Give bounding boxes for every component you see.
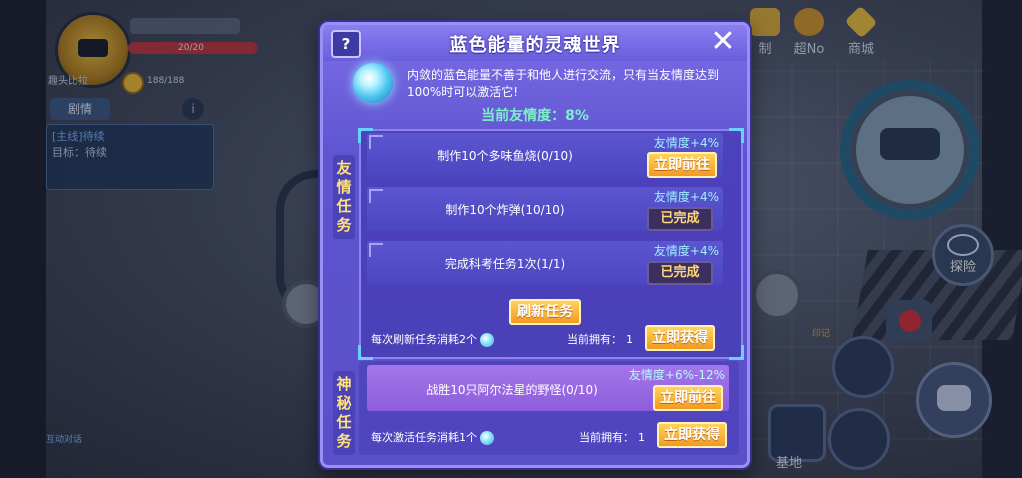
task-name: 制作10个炸弹(10/10) [445, 203, 565, 217]
soul-world-dialog: ? 蓝色能量的灵魂世界 ✕ 内敛的蓝色能量不善于和他人进行交流，只有当友情度达到… [320, 22, 750, 468]
secret-owned-label: 当前拥有： [579, 431, 634, 444]
panel-corner [729, 128, 744, 143]
friendship-rate-value: 8% [565, 108, 589, 124]
panel-corner [358, 345, 373, 360]
refresh-tasks-button[interactable]: 刷新任务 [509, 299, 581, 325]
secret-go-now-button[interactable]: 立即前往 [653, 385, 723, 411]
panel-corner [729, 345, 744, 360]
task-name: 制作10个多味鱼烧(0/10) [437, 149, 573, 163]
friendship-rate: 当前友情度：8% [323, 105, 747, 125]
blue-energy-small-icon [480, 431, 494, 445]
secret-task-name: 战胜10只阿尔法星的野怪(0/10) [426, 383, 598, 397]
secret-owned-text: 当前拥有： 1 [579, 429, 645, 445]
task-row: 完成科考任务1次(1/1) 友情度+4% 已完成 [367, 241, 723, 285]
secret-task-bonus: 友情度+6%-12% [628, 368, 725, 382]
blue-energy-small-icon [480, 333, 494, 347]
friendship-rate-label: 当前友情度： [481, 108, 566, 124]
refresh-cost-text: 每次刷新任务消耗2个 [371, 331, 494, 347]
secret-owned-value: 1 [638, 431, 645, 444]
task-row: 制作10个炸弹(10/10) 友情度+4% 已完成 [367, 187, 723, 231]
activate-cost-text: 每次激活任务消耗1个 [371, 429, 494, 445]
go-now-button[interactable]: 立即前往 [647, 152, 717, 178]
friend-owned-label: 当前拥有： [567, 333, 622, 346]
refresh-cost-label: 每次刷新任务消耗2个 [371, 333, 477, 346]
secret-task-row: 战胜10只阿尔法星的野怪(0/10) 友情度+6%-12% 立即前往 [367, 365, 729, 411]
dialog-description: 内敛的蓝色能量不善于和他人进行交流，只有当友情度达到100%时可以激活它! [407, 68, 720, 99]
friend-owned-value: 1 [626, 333, 633, 346]
activate-cost-label: 每次激活任务消耗1个 [371, 431, 477, 444]
task-bonus: 友情度+4% [653, 190, 719, 204]
secret-get-now-button[interactable]: 立即获得 [657, 422, 727, 448]
completed-badge: 已完成 [647, 261, 713, 285]
get-now-button[interactable]: 立即获得 [645, 325, 715, 351]
task-name: 完成科考任务1次(1/1) [444, 257, 566, 271]
task-row: 制作10个多味鱼烧(0/10) 友情度+4% 立即前往 [367, 133, 723, 178]
completed-badge: 已完成 [647, 207, 713, 231]
task-bonus: 友情度+4% [653, 136, 719, 150]
friendship-tasks-label: 友情任务 [333, 155, 355, 239]
friend-owned-text: 当前拥有： 1 [567, 331, 633, 347]
task-bonus: 友情度+4% [653, 244, 719, 258]
close-icon[interactable]: ✕ [707, 27, 739, 57]
secret-tasks-label: 神秘任务 [333, 371, 355, 455]
dialog-title: 蓝色能量的灵魂世界 [449, 35, 621, 56]
blue-energy-orb-icon [353, 63, 393, 103]
